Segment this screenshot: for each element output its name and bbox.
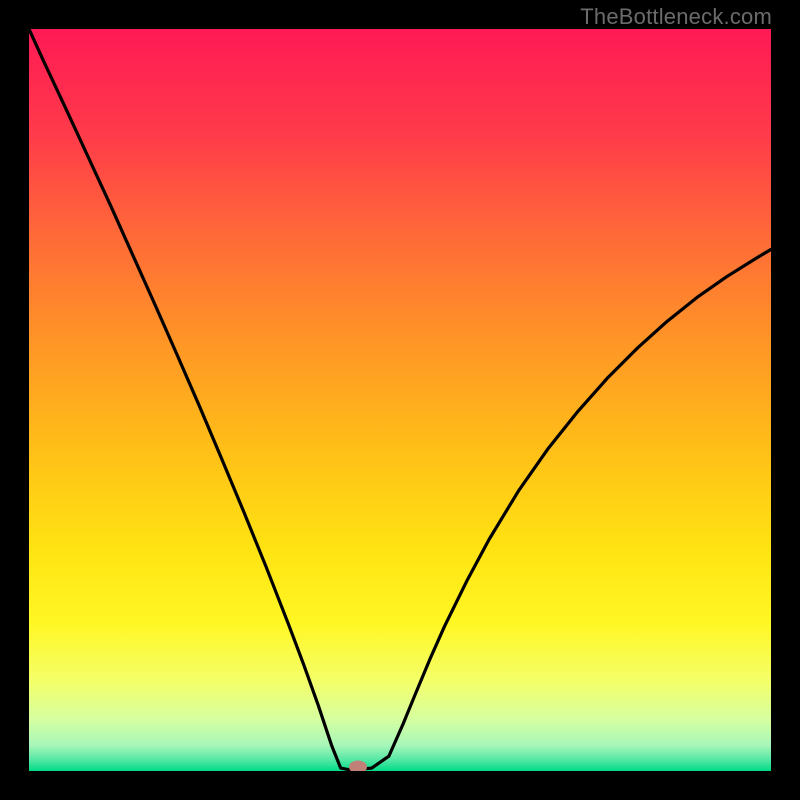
- watermark-text: TheBottleneck.com: [580, 4, 772, 30]
- plot-area: [29, 29, 771, 771]
- curve-line: [29, 29, 771, 771]
- bottleneck-marker: [349, 761, 367, 771]
- chart-frame: TheBottleneck.com: [0, 0, 800, 800]
